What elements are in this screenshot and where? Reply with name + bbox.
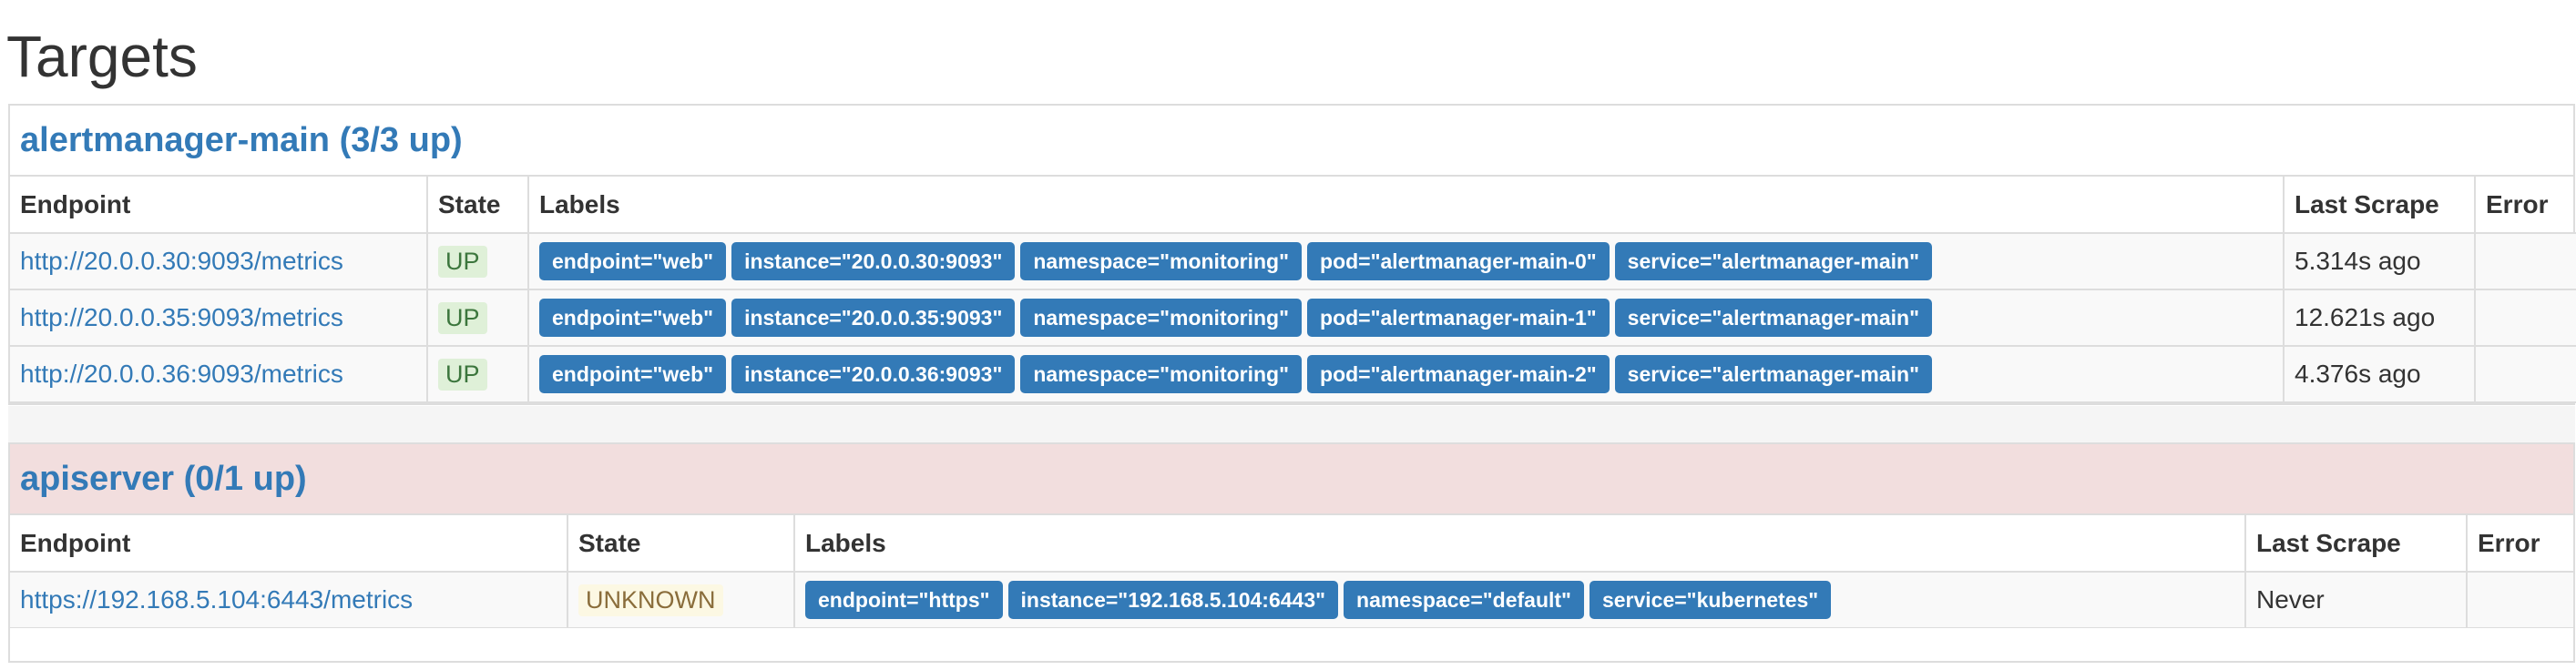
job-title-link[interactable]: alertmanager-main (3/3 up) bbox=[20, 121, 463, 160]
label-badge: instance="20.0.0.36:9093" bbox=[731, 355, 1016, 393]
label-badge: namespace="monitoring" bbox=[1020, 242, 1303, 280]
label-badge: instance="20.0.0.30:9093" bbox=[731, 242, 1016, 280]
last-scrape-cell: Never bbox=[2244, 571, 2468, 629]
last-scrape-cell: 4.376s ago bbox=[2283, 345, 2476, 403]
label-badge: namespace="monitoring" bbox=[1020, 299, 1303, 337]
label-badge: service="alertmanager-main" bbox=[1614, 242, 1932, 280]
labels-cell: endpoint="web" instance="20.0.0.35:9093" n… bbox=[527, 289, 2285, 347]
column-header-error: Error bbox=[2466, 515, 2573, 573]
job-alertmanager-main: alertmanager-main (3/3 up) Endpoint Stat… bbox=[8, 104, 2576, 405]
endpoint-link[interactable]: https://192.168.5.104:6443/metrics bbox=[20, 585, 413, 614]
state-cell: UP bbox=[426, 345, 529, 403]
error-cell bbox=[2466, 571, 2573, 629]
endpoint-link[interactable]: http://20.0.0.30:9093/metrics bbox=[20, 247, 343, 275]
label-badge: service="alertmanager-main" bbox=[1614, 355, 1932, 393]
label-badge: service="kubernetes" bbox=[1589, 581, 1832, 619]
label-badge: instance="192.168.5.104:6443" bbox=[1007, 581, 1339, 619]
table-row: http://20.0.0.30:9093/metrics UP endpoin… bbox=[10, 232, 2576, 290]
page-title: Targets bbox=[6, 24, 198, 89]
state-badge: UP bbox=[438, 301, 487, 334]
label-badge: pod="alertmanager-main-0" bbox=[1307, 242, 1610, 280]
state-cell: UP bbox=[426, 289, 529, 347]
label-badge: namespace="monitoring" bbox=[1020, 355, 1303, 393]
column-header-labels: Labels bbox=[527, 177, 2285, 234]
state-cell: UNKNOWN bbox=[567, 571, 795, 629]
error-cell bbox=[2474, 289, 2576, 347]
endpoint-link[interactable]: http://20.0.0.36:9093/metrics bbox=[20, 360, 343, 388]
label-badge: endpoint="web" bbox=[539, 242, 727, 280]
column-header-labels: Labels bbox=[793, 515, 2246, 573]
label-badge: endpoint="web" bbox=[539, 299, 727, 337]
state-cell: UP bbox=[426, 232, 529, 290]
label-badge: namespace="default" bbox=[1344, 581, 1584, 619]
state-badge: UNKNOWN bbox=[578, 584, 723, 616]
label-badge: endpoint="web" bbox=[539, 355, 727, 393]
job-apiserver: apiserver (0/1 up) Endpoint State Labels… bbox=[8, 442, 2575, 631]
section-spacer bbox=[8, 406, 2575, 442]
endpoint-cell: http://20.0.0.30:9093/metrics bbox=[10, 232, 428, 290]
labels-cell: endpoint="web" instance="20.0.0.30:9093" n… bbox=[527, 232, 2285, 290]
table-header-row: Endpoint State Labels Last Scrape Error bbox=[10, 177, 2576, 234]
targets-table: Endpoint State Labels Last Scrape Error … bbox=[10, 515, 2573, 629]
labels-cell: endpoint="https" instance="192.168.5.104:… bbox=[793, 571, 2246, 629]
column-header-error: Error bbox=[2474, 177, 2576, 234]
endpoint-link[interactable]: http://20.0.0.35:9093/metrics bbox=[20, 303, 343, 331]
table-footer-row bbox=[8, 628, 2575, 663]
column-header-state: State bbox=[567, 515, 795, 573]
last-scrape-cell: 5.314s ago bbox=[2283, 232, 2476, 290]
labels-cell: endpoint="web" instance="20.0.0.36:9093" n… bbox=[527, 345, 2285, 403]
column-header-state: State bbox=[426, 177, 529, 234]
column-header-endpoint: Endpoint bbox=[10, 177, 428, 234]
job-title-link[interactable]: apiserver (0/1 up) bbox=[20, 460, 307, 499]
label-badge: instance="20.0.0.35:9093" bbox=[731, 299, 1016, 337]
state-badge: UP bbox=[438, 245, 487, 278]
label-badge: service="alertmanager-main" bbox=[1614, 299, 1932, 337]
column-header-last-scrape: Last Scrape bbox=[2244, 515, 2468, 573]
column-header-endpoint: Endpoint bbox=[10, 515, 568, 573]
label-badge: pod="alertmanager-main-1" bbox=[1307, 299, 1610, 337]
targets-table: Endpoint State Labels Last Scrape Error … bbox=[10, 177, 2576, 403]
label-badge: endpoint="https" bbox=[805, 581, 1003, 619]
job-header: alertmanager-main (3/3 up) bbox=[10, 106, 2573, 177]
last-scrape-cell: 12.621s ago bbox=[2283, 289, 2476, 347]
state-badge: UP bbox=[438, 358, 487, 391]
table-header-row: Endpoint State Labels Last Scrape Error bbox=[10, 515, 2573, 573]
label-badge: pod="alertmanager-main-2" bbox=[1307, 355, 1610, 393]
endpoint-cell: https://192.168.5.104:6443/metrics bbox=[10, 571, 568, 629]
error-cell bbox=[2474, 232, 2576, 290]
table-row: http://20.0.0.36:9093/metrics UP endpoin… bbox=[10, 345, 2576, 403]
error-cell bbox=[2474, 345, 2576, 403]
endpoint-cell: http://20.0.0.36:9093/metrics bbox=[10, 345, 428, 403]
column-header-last-scrape: Last Scrape bbox=[2283, 177, 2476, 234]
table-row: https://192.168.5.104:6443/metrics UNKNO… bbox=[10, 571, 2573, 629]
job-header: apiserver (0/1 up) bbox=[10, 444, 2573, 515]
endpoint-cell: http://20.0.0.35:9093/metrics bbox=[10, 289, 428, 347]
table-row: http://20.0.0.35:9093/metrics UP endpoin… bbox=[10, 289, 2576, 347]
